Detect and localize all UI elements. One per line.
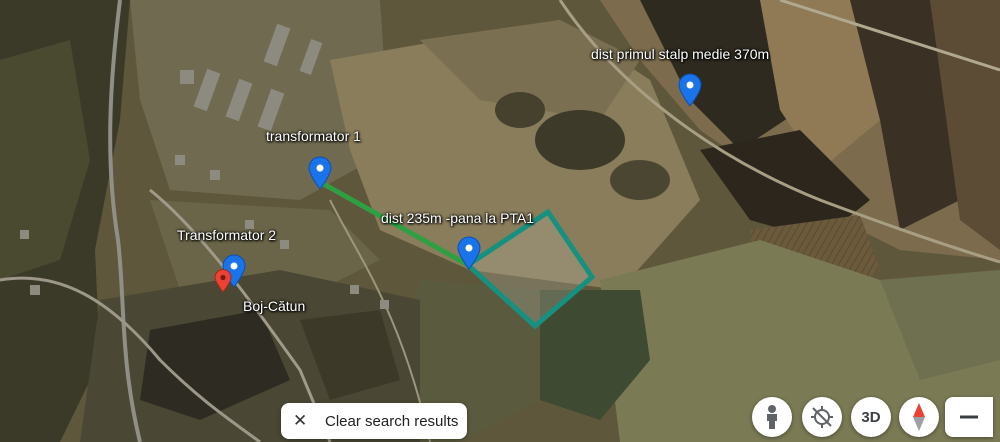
- placemark-pin-pta1[interactable]: [456, 236, 482, 270]
- zoom-out-button[interactable]: [945, 397, 993, 437]
- placemark-label-transformator-1: transformator 1: [266, 128, 361, 144]
- placemark-label-primul-stalp: dist primul stalp medie 370m: [591, 46, 770, 62]
- street-view-button[interactable]: [752, 397, 792, 437]
- toggle-3d-label: 3D: [861, 408, 881, 426]
- search-result-label: Boj-Cătun: [243, 298, 306, 314]
- map-view[interactable]: transformator 1 Transformator 2 dist pri…: [0, 0, 1000, 442]
- my-location-button[interactable]: [802, 397, 842, 437]
- placemark-label-pta1: dist 235m -pana la PTA1: [381, 210, 535, 226]
- minus-icon: [960, 415, 978, 419]
- clear-search-label: Clear search results: [325, 412, 459, 430]
- placemark-pin-transformator-1[interactable]: [307, 156, 333, 190]
- placemark-pin-primul-stalp[interactable]: [677, 73, 703, 107]
- close-icon: ✕: [293, 411, 308, 430]
- clear-search-button[interactable]: ✕ Clear search results: [281, 403, 467, 439]
- compass-icon: [913, 403, 925, 431]
- placemark-label-transformator-2: Transformator 2: [177, 227, 277, 243]
- location-off-icon: [811, 406, 833, 428]
- pegman-icon: [767, 405, 777, 429]
- toggle-3d-button[interactable]: 3D: [851, 397, 891, 437]
- compass-button[interactable]: [899, 397, 939, 437]
- search-result-pin[interactable]: [214, 269, 232, 293]
